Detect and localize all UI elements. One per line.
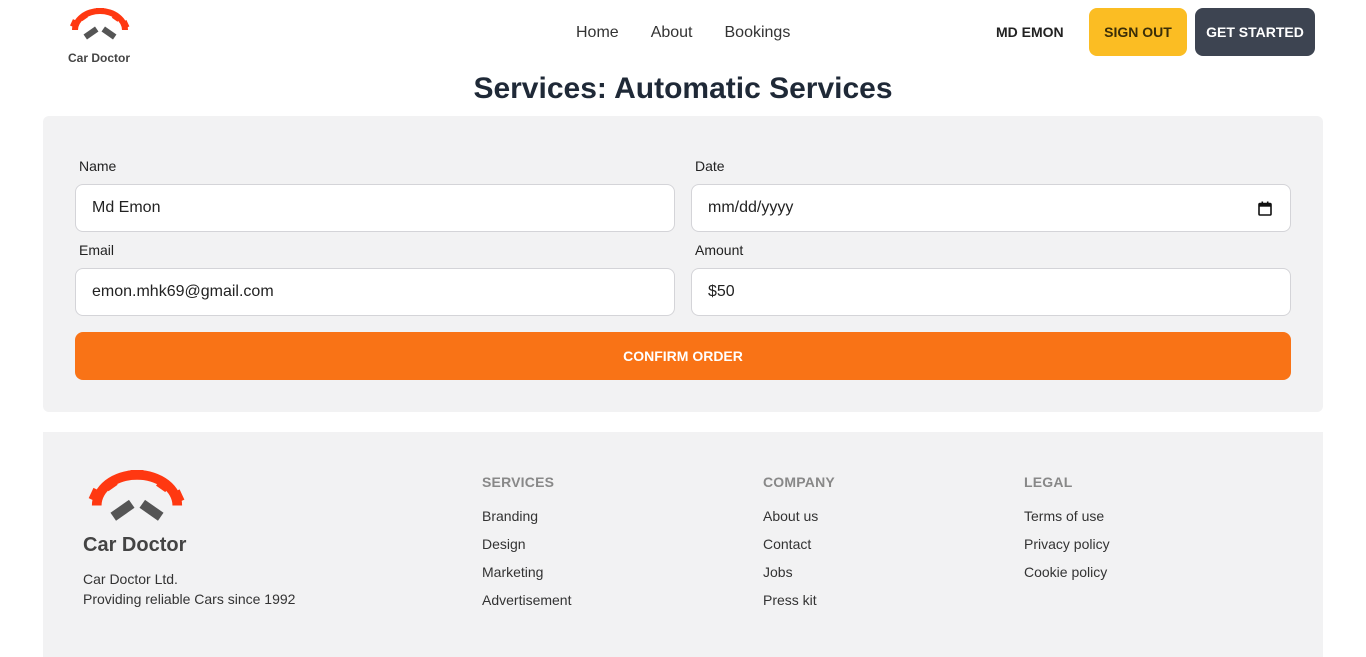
- email-input[interactable]: emon.mhk69@gmail.com: [75, 268, 675, 316]
- sign-out-button[interactable]: SIGN OUT: [1089, 8, 1187, 56]
- nav-link-home[interactable]: Home: [560, 22, 635, 44]
- footer-link-advertisement[interactable]: Advertisement: [482, 586, 571, 614]
- footer-link-branding[interactable]: Branding: [482, 502, 571, 530]
- nav-link-bookings[interactable]: Bookings: [709, 22, 807, 44]
- footer-link-marketing[interactable]: Marketing: [482, 558, 571, 586]
- order-form: Name Md Emon Date mm/dd/yyyy Email emon.…: [43, 116, 1323, 412]
- footer-link-jobs[interactable]: Jobs: [763, 558, 835, 586]
- name-input[interactable]: Md Emon: [75, 184, 675, 232]
- brand-name: Car Doctor: [68, 51, 131, 65]
- footer-legal-column: LEGAL Terms of use Privacy policy Cookie…: [1024, 474, 1110, 586]
- get-started-button[interactable]: GET STARTED: [1195, 8, 1315, 56]
- car-doctor-logo-icon: [70, 8, 130, 40]
- footer-link-contact[interactable]: Contact: [763, 530, 835, 558]
- nav-link-about[interactable]: About: [635, 22, 709, 44]
- footer-link-privacy[interactable]: Privacy policy: [1024, 530, 1110, 558]
- confirm-order-button[interactable]: CONFIRM ORDER: [75, 332, 1291, 380]
- car-doctor-logo-icon: [88, 470, 185, 521]
- footer-company-line: Car Doctor Ltd.: [83, 571, 178, 587]
- footer-description: Car Doctor Ltd. Providing reliable Cars …: [83, 569, 295, 609]
- footer-services-column: SERVICES Branding Design Marketing Adver…: [482, 474, 571, 614]
- navbar: Car Doctor Home About Bookings MD EMON S…: [0, 0, 1366, 66]
- footer-link-cookie[interactable]: Cookie policy: [1024, 558, 1110, 586]
- amount-label: Amount: [695, 242, 744, 258]
- footer-tagline: Providing reliable Cars since 1992: [83, 591, 296, 607]
- footer: Car Doctor Car Doctor Ltd. Providing rel…: [43, 432, 1323, 657]
- footer-brand: Car Doctor: [83, 534, 187, 556]
- footer-company-heading: COMPANY: [763, 474, 835, 490]
- footer-link-about-us[interactable]: About us: [763, 502, 835, 530]
- footer-link-design[interactable]: Design: [482, 530, 571, 558]
- date-placeholder: mm/dd/yyyy: [708, 199, 794, 216]
- footer-company-column: COMPANY About us Contact Jobs Press kit: [763, 474, 835, 614]
- footer-services-heading: SERVICES: [482, 474, 555, 490]
- email-label: Email: [79, 242, 115, 258]
- date-input[interactable]: mm/dd/yyyy: [691, 184, 1291, 232]
- brand-logo-link[interactable]: Car Doctor: [66, 6, 136, 65]
- calendar-icon[interactable]: [1258, 201, 1272, 216]
- name-label: Name: [79, 158, 117, 174]
- amount-input[interactable]: $50: [691, 268, 1291, 316]
- user-name: MD EMON: [996, 24, 1064, 40]
- footer-link-press-kit[interactable]: Press kit: [763, 586, 835, 614]
- page-title: Services: Automatic Services: [473, 72, 893, 105]
- footer-link-terms[interactable]: Terms of use: [1024, 502, 1110, 530]
- main-menu: Home About Bookings: [560, 22, 806, 44]
- footer-legal-heading: LEGAL: [1024, 474, 1073, 490]
- date-label: Date: [695, 158, 725, 174]
